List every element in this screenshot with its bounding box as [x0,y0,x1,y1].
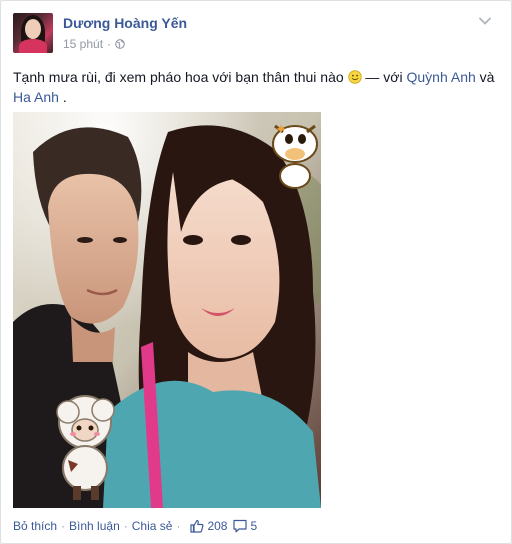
comment-button[interactable]: Bình luận [69,519,120,533]
selfie-photo: ✦ [13,112,321,508]
svg-text:✦: ✦ [275,122,287,138]
post-time[interactable]: 15 phút [63,37,103,51]
comment-bubble-icon [233,519,248,533]
share-button[interactable]: Chia sẻ [132,519,173,533]
post-text: Tạnh mưa rùi, đi xem pháo hoa với bạn th… [13,67,501,107]
chevron-down-icon[interactable] [477,13,493,29]
globe-icon[interactable] [115,39,125,49]
author-name[interactable]: Dương Hoàng Yến [63,15,187,31]
avatar[interactable] [13,13,53,53]
post-header: Dương Hoàng Yến 15 phút · [13,13,493,53]
and-text: và [479,69,495,85]
like-count[interactable]: 208 [190,519,227,533]
comment-count[interactable]: 5 [233,519,257,533]
post-card: Dương Hoàng Yến 15 phút · Tạnh mưa rùi, … [0,0,512,544]
with-text: — với [365,69,407,85]
action-separator: · [176,519,181,533]
avatar-face [25,19,41,39]
like-count-value: 208 [207,519,228,533]
meta-separator: · [107,37,112,51]
post-message: Tạnh mưa rùi, đi xem pháo hoa với bạn th… [13,69,344,85]
thumbs-up-icon [190,519,204,533]
action-separator: · [61,519,66,533]
post-meta: 15 phút · [63,37,125,51]
cow-sticker: ✦ [272,122,318,189]
action-separator: · [123,519,128,533]
tag-quynh-anh[interactable]: Quỳnh Anh [407,69,476,85]
comment-count-value: 5 [250,519,258,533]
post-photo[interactable]: ✦ [13,112,321,508]
unlike-button[interactable]: Bỏ thích [13,519,57,533]
period-text: . [62,89,67,105]
tag-ha-anh[interactable]: Ha Anh [13,89,59,105]
avatar-dress [19,39,47,53]
smiley-icon [347,70,362,84]
post-actions: Bỏ thích · Bình luận · Chia sẻ · 208 5 [13,517,501,535]
